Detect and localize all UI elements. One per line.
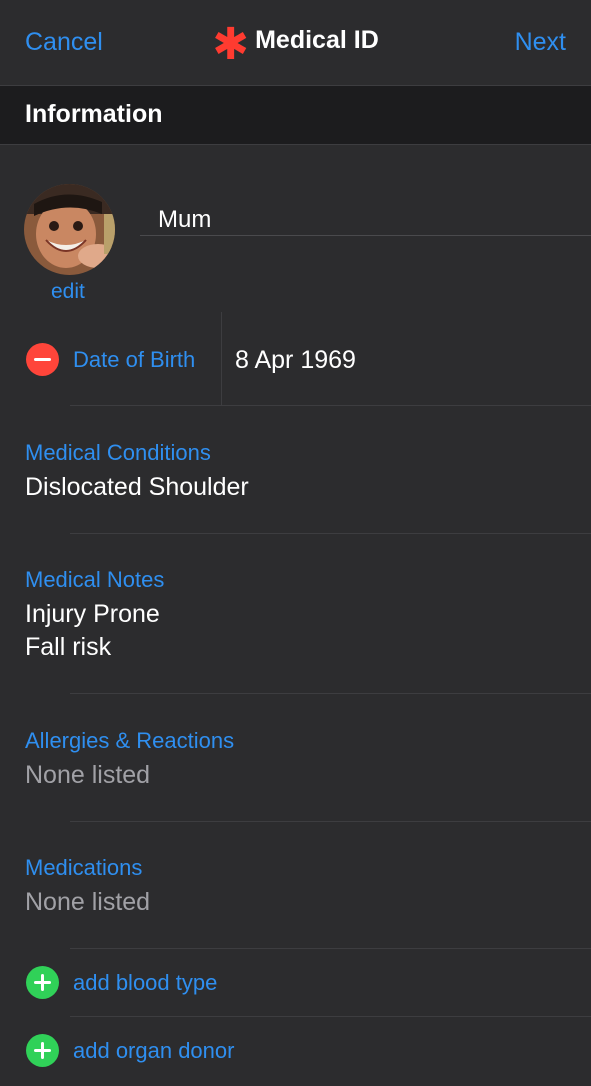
medical-notes-line[interactable]: Injury Prone bbox=[25, 598, 160, 631]
medical-star-icon: ✱ bbox=[212, 20, 250, 69]
medical-notes-label: Medical Notes bbox=[25, 567, 165, 592]
divider bbox=[221, 312, 222, 406]
page-title-text: Medical ID bbox=[255, 26, 379, 54]
minus-circle-icon[interactable] bbox=[26, 343, 59, 376]
date-of-birth-value[interactable]: 8 Apr 1969 bbox=[235, 346, 356, 375]
allergies-field[interactable]: Allergies & Reactions None listed bbox=[0, 694, 591, 822]
medical-conditions-label: Medical Conditions bbox=[25, 440, 211, 465]
date-of-birth-row[interactable]: Date of Birth 8 Apr 1969 bbox=[0, 312, 591, 406]
name-value: Mum bbox=[158, 206, 212, 233]
add-blood-type-row[interactable]: add blood type bbox=[0, 949, 591, 1017]
avatar[interactable] bbox=[24, 184, 115, 275]
avatar-photo bbox=[24, 184, 115, 275]
section-header: Information bbox=[0, 86, 591, 145]
page-title: ✱ Medical ID bbox=[0, 23, 591, 67]
add-organ-donor-label[interactable]: add organ donor bbox=[73, 1038, 234, 1064]
allergies-label: Allergies & Reactions bbox=[25, 728, 235, 753]
medical-conditions-field[interactable]: Medical Conditions Dislocated Shoulder bbox=[0, 406, 591, 534]
medications-label: Medications bbox=[25, 855, 143, 880]
medical-notes-line[interactable]: Fall risk bbox=[25, 631, 111, 664]
edit-photo-link[interactable]: edit bbox=[51, 280, 85, 304]
navigation-bar: Cancel ✱ Medical ID Next bbox=[0, 0, 591, 86]
date-of-birth-label: Date of Birth bbox=[73, 347, 196, 372]
medical-conditions-value[interactable]: Dislocated Shoulder bbox=[25, 471, 249, 504]
medical-notes-field[interactable]: Medical Notes Injury Prone Fall risk bbox=[0, 534, 591, 694]
allergies-value[interactable]: None listed bbox=[25, 759, 150, 792]
plus-circle-icon[interactable] bbox=[26, 966, 59, 999]
plus-circle-icon[interactable] bbox=[26, 1034, 59, 1067]
add-organ-donor-row[interactable]: add organ donor bbox=[0, 1017, 591, 1085]
next-button[interactable]: Next bbox=[515, 28, 566, 57]
add-blood-type-label[interactable]: add blood type bbox=[73, 970, 217, 996]
medications-value[interactable]: None listed bbox=[25, 886, 150, 919]
section-title: Information bbox=[25, 100, 163, 128]
medications-field[interactable]: Medications None listed bbox=[0, 822, 591, 949]
name-field[interactable]: Mum bbox=[140, 190, 591, 236]
